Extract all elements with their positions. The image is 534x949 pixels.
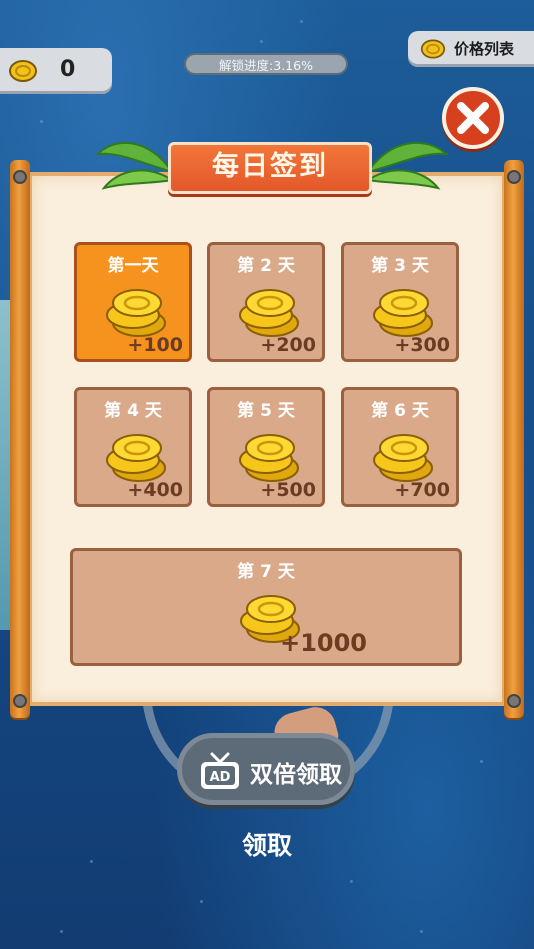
bolt-icon <box>13 694 27 708</box>
day-card-3[interactable]: 第 3 天 +300 <box>341 242 459 362</box>
bolt-icon <box>507 694 521 708</box>
day-label: 第 4 天 <box>104 401 162 421</box>
day-card-6[interactable]: 第 6 天 +700 <box>341 387 459 507</box>
background-speck <box>420 930 423 933</box>
claim-button[interactable]: 领取 <box>0 826 534 862</box>
leaf-decoration-icon <box>95 142 174 190</box>
price-list-button[interactable]: 价格列表 <box>408 31 534 67</box>
double-claim-label: 双倍领取 <box>250 762 342 788</box>
background-speck <box>200 900 203 903</box>
day-card-5[interactable]: 第 5 天 +500 <box>207 387 325 507</box>
reward-amount: +300 <box>394 334 450 356</box>
ad-tv-icon: AD <box>198 752 242 796</box>
day-label: 第一天 <box>107 256 159 276</box>
background-speck <box>260 40 263 43</box>
day-label: 第 3 天 <box>371 256 429 276</box>
day-card-4[interactable]: 第 4 天 +400 <box>74 387 192 507</box>
background-speck <box>300 20 303 23</box>
price-list-label: 价格列表 <box>454 40 515 58</box>
leaf-decoration-icon <box>366 142 449 190</box>
dialog-title: 每日签到 <box>168 142 372 194</box>
coin-count: 0 <box>60 57 76 82</box>
reward-amount: +500 <box>260 479 316 501</box>
left-scroll-rod <box>10 160 30 718</box>
reward-amount: +400 <box>127 479 183 501</box>
close-icon <box>457 102 489 134</box>
day-card-7[interactable]: 第 7 天 +1000 <box>70 548 462 666</box>
ad-icon-text: AD <box>210 770 231 785</box>
background-speck <box>350 880 353 883</box>
reward-amount: +1000 <box>280 629 367 657</box>
background-speck <box>480 760 483 763</box>
day-card-1[interactable]: 第一天 +100 <box>74 242 192 362</box>
coin-icon <box>420 38 446 64</box>
bolt-icon <box>13 170 27 184</box>
unlock-progress-bar: 解锁进度:3.16% <box>184 53 348 75</box>
coin-counter: 0 <box>0 48 112 94</box>
bolt-icon <box>507 170 521 184</box>
right-scroll-rod <box>504 160 524 718</box>
day-label: 第 7 天 <box>237 562 295 582</box>
double-claim-ad-button[interactable]: AD 双倍领取 <box>177 733 355 805</box>
close-button[interactable] <box>442 87 504 149</box>
background-speck <box>40 120 43 123</box>
day-label: 第 2 天 <box>237 256 295 276</box>
day-label: 第 6 天 <box>371 401 429 421</box>
reward-amount: +700 <box>394 479 450 501</box>
reward-amount: +100 <box>127 334 183 356</box>
reward-amount: +200 <box>260 334 316 356</box>
day-card-2[interactable]: 第 2 天 +200 <box>207 242 325 362</box>
day-label: 第 5 天 <box>237 401 295 421</box>
coin-icon <box>8 59 38 87</box>
background-speck <box>60 930 63 933</box>
